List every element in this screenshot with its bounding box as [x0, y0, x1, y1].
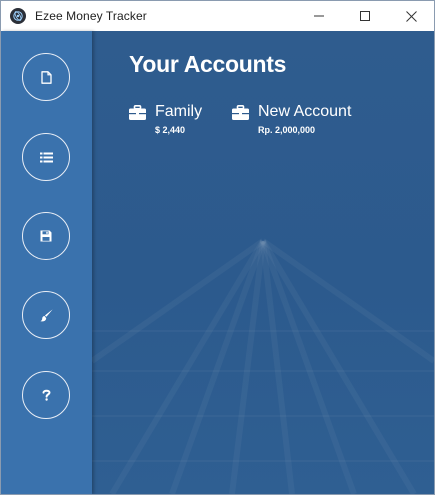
app-window: Ezee Money Tracker Your Accounts Family … [0, 0, 435, 495]
window-controls [296, 1, 434, 31]
account-balance: $ 2,440 [155, 125, 186, 135]
sidebar-theme-button[interactable] [22, 291, 70, 339]
sidebar-accounts-list-button[interactable] [22, 133, 70, 181]
close-icon [405, 10, 417, 22]
list-icon [39, 152, 53, 162]
sidebar-new-file-button[interactable] [22, 53, 70, 101]
account-card-family[interactable]: Family $ 2,440 [129, 103, 202, 135]
minimize-icon [314, 15, 324, 17]
save-icon [40, 230, 52, 242]
briefcase-icon [129, 104, 146, 120]
minimize-button[interactable] [296, 1, 342, 31]
maximize-button[interactable] [342, 1, 388, 31]
sidebar [1, 31, 92, 494]
briefcase-icon [232, 104, 249, 120]
sidebar-save-button[interactable] [22, 212, 70, 260]
sidebar-help-button[interactable] [22, 371, 70, 419]
brush-icon [40, 309, 52, 321]
account-name: Family [155, 103, 203, 120]
close-button[interactable] [388, 1, 434, 31]
app-logo-icon [10, 8, 26, 24]
background-pattern [92, 238, 434, 494]
maximize-icon [360, 11, 370, 21]
title-bar[interactable]: Ezee Money Tracker [1, 1, 434, 31]
question-icon [42, 389, 51, 401]
account-card-new-account[interactable]: New Account Rp. 2,000,000 [232, 103, 351, 135]
main-content: Your Accounts Family $ 2,440 New Account… [92, 31, 434, 494]
page-title: Your Accounts [129, 51, 287, 77]
file-icon [40, 70, 52, 84]
window-title: Ezee Money Tracker [35, 9, 147, 23]
account-balance: Rp. 2,000,000 [258, 125, 316, 135]
account-name: New Account [258, 103, 352, 120]
